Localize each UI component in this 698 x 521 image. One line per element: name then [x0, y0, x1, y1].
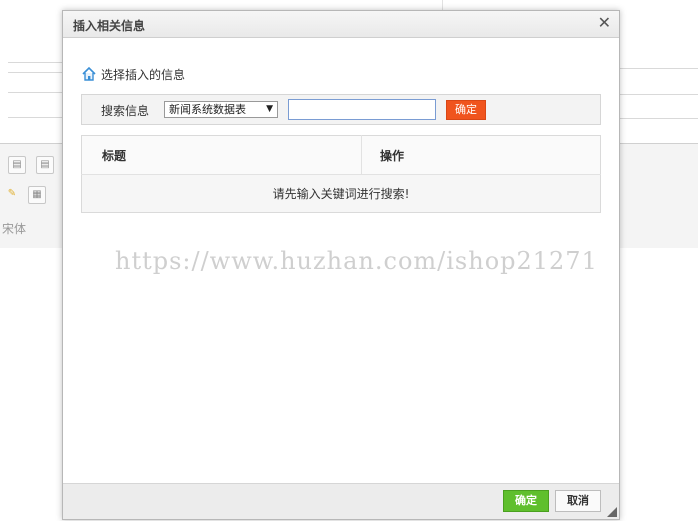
- search-button[interactable]: 确定: [446, 100, 486, 120]
- cancel-button[interactable]: 取消: [555, 490, 601, 512]
- paste-text-icon: ▤: [36, 156, 54, 174]
- bg-rule: [620, 94, 698, 95]
- bg-rule: [620, 118, 698, 119]
- search-label: 搜索信息: [101, 104, 150, 118]
- table-header-row: 标题 操作: [81, 135, 601, 175]
- column-header-action: 操作: [361, 135, 601, 175]
- home-icon: [82, 66, 96, 81]
- search-input[interactable]: [288, 99, 436, 120]
- bg-rule: [8, 92, 62, 93]
- brush-icon: ✎: [7, 188, 17, 199]
- dialog-titlebar[interactable]: 插入相关信息 ✕: [63, 11, 619, 38]
- watermark: https://www.huzhan.com/ishop21271: [115, 247, 598, 275]
- dialog-title: 插入相关信息: [73, 19, 146, 33]
- resize-grip-icon[interactable]: [607, 507, 617, 517]
- table-select-value: 新闻系统数据表: [169, 103, 246, 116]
- table-select[interactable]: 新闻系统数据表 ▼: [164, 101, 278, 118]
- table-row: 请先输入关键词进行搜索!: [81, 174, 601, 213]
- search-bar: 搜索信息 新闻系统数据表 ▼ 确定: [81, 94, 601, 125]
- bg-divider: [442, 0, 443, 10]
- bg-rule: [8, 62, 62, 63]
- column-header-title: 标题: [81, 135, 362, 175]
- dropdown-arrow-icon: ▼: [266, 104, 273, 114]
- bg-rule: [8, 72, 62, 73]
- section-title: 选择插入的信息: [101, 67, 186, 82]
- close-icon[interactable]: ✕: [598, 14, 611, 32]
- bg-rule: [8, 117, 62, 118]
- table-icon: ▦: [28, 186, 46, 204]
- paste-icon: ▤: [8, 156, 26, 174]
- results-table: 标题 操作 请先输入关键词进行搜索!: [81, 135, 601, 213]
- bg-rule: [620, 68, 698, 69]
- insert-info-dialog: 插入相关信息 ✕ 选择插入的信息 搜索信息 新闻系统数据表 ▼ 确定 标题 操作…: [62, 10, 620, 520]
- section-header: 选择插入的信息: [81, 66, 185, 82]
- dialog-footer: 确定 取消: [63, 483, 619, 519]
- font-family-label: 宋体: [2, 222, 27, 236]
- empty-message: 请先输入关键词进行搜索!: [81, 174, 601, 213]
- ok-button[interactable]: 确定: [503, 490, 549, 512]
